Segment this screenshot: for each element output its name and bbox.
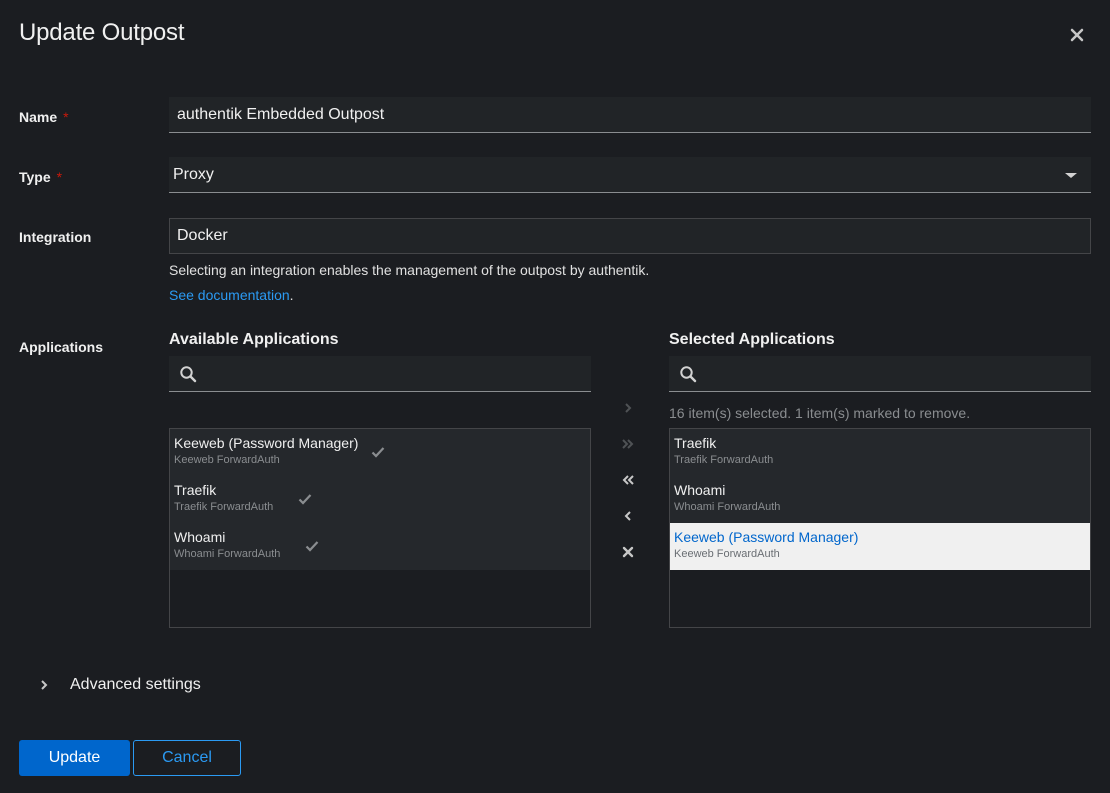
advanced-settings-toggle[interactable]: Advanced settings	[36, 674, 236, 696]
available-search	[169, 356, 591, 392]
integration-value: Docker	[177, 227, 228, 244]
required-mark: *	[56, 169, 63, 185]
item-provider: Keeweb ForwardAuth	[674, 548, 780, 560]
selection-status: 16 item(s) selected. 1 item(s) marked to…	[669, 405, 971, 421]
list-item[interactable]: Whoami Whoami ForwardAuth	[170, 523, 590, 570]
list-item[interactable]: Whoami Whoami ForwardAuth	[670, 476, 1090, 523]
documentation-row: See documentation.	[169, 287, 294, 303]
required-mark: *	[63, 109, 69, 125]
add-selected-button[interactable]	[618, 398, 638, 418]
applications-label: Applications	[19, 339, 104, 355]
item-provider: Whoami ForwardAuth	[674, 501, 781, 513]
modal-title: Update Outpost	[19, 19, 185, 46]
angle-double-left-icon	[622, 475, 634, 485]
list-item-highlighted[interactable]: Keeweb (Password Manager) Keeweb Forward…	[670, 523, 1090, 570]
remove-all-button[interactable]	[618, 470, 638, 490]
item-name: Traefik	[674, 435, 717, 451]
type-select[interactable]: Proxy	[169, 157, 1091, 193]
name-input[interactable]	[169, 97, 1091, 133]
type-select-value: Proxy	[173, 166, 214, 183]
angle-double-right-icon	[622, 439, 634, 449]
angle-left-icon	[624, 511, 631, 521]
item-provider: Traefik ForwardAuth	[174, 501, 274, 513]
search-icon	[680, 366, 697, 383]
item-provider: Whoami ForwardAuth	[174, 548, 281, 560]
integration-helper-text: Selecting an integration enables the man…	[169, 262, 650, 278]
item-provider: Traefik ForwardAuth	[674, 454, 774, 466]
search-icon	[180, 366, 197, 383]
link-suffix: .	[289, 287, 294, 303]
angle-right-icon	[625, 403, 632, 413]
clear-button[interactable]	[618, 542, 638, 562]
close-icon	[1070, 28, 1084, 42]
list-item[interactable]: Traefik Traefik ForwardAuth	[170, 476, 590, 523]
add-all-button[interactable]	[618, 434, 638, 454]
check-icon	[298, 494, 312, 505]
selected-search-input[interactable]	[705, 356, 1085, 391]
caret-down-icon	[1065, 173, 1077, 178]
name-label: Name *	[19, 109, 69, 125]
item-name: Whoami	[674, 482, 726, 498]
item-name: Traefik	[174, 482, 217, 498]
available-search-input[interactable]	[205, 356, 585, 391]
item-name: Keeweb (Password Manager)	[674, 529, 859, 545]
close-button[interactable]	[1068, 26, 1086, 44]
update-button[interactable]: Update	[19, 740, 130, 776]
type-label: Type *	[19, 169, 63, 185]
integration-select[interactable]: Docker	[169, 218, 1091, 254]
selected-list: Traefik Traefik ForwardAuth Whoami Whoam…	[669, 428, 1091, 628]
list-item[interactable]: Traefik Traefik ForwardAuth	[670, 429, 1090, 476]
cancel-button[interactable]: Cancel	[133, 740, 241, 776]
list-item[interactable]: Keeweb (Password Manager) Keeweb Forward…	[170, 429, 590, 476]
check-icon	[305, 541, 319, 552]
selected-search	[669, 356, 1091, 392]
remove-selected-button[interactable]	[618, 506, 638, 526]
clear-icon	[622, 546, 634, 558]
advanced-settings-label: Advanced settings	[70, 676, 201, 693]
available-list: Keeweb (Password Manager) Keeweb Forward…	[169, 428, 591, 628]
integration-label: Integration	[19, 229, 92, 245]
chevron-right-icon	[41, 680, 48, 690]
available-applications-title: Available Applications	[169, 331, 339, 348]
see-documentation-link[interactable]: See documentation	[169, 287, 290, 303]
item-name: Whoami	[174, 529, 226, 545]
check-icon	[371, 447, 385, 458]
selected-applications-title: Selected Applications	[669, 331, 835, 348]
